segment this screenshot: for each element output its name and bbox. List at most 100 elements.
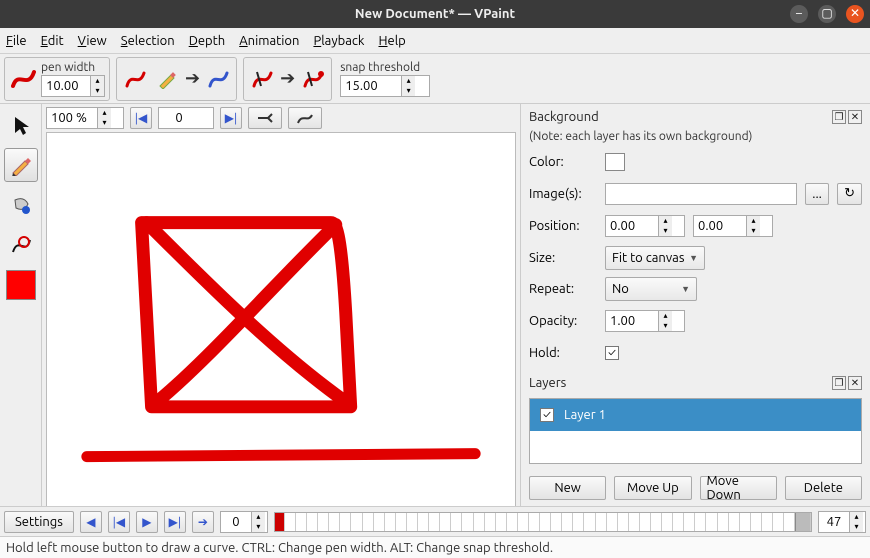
status-text: Hold left mouse button to draw a curve. …: [6, 541, 553, 555]
timeline-bar: Settings ◀ |◀ ▶ ▶| ➔ ▴▾ ▴▾: [0, 506, 870, 536]
pencil-icon: [153, 65, 181, 93]
position-label: Position:: [529, 219, 597, 233]
layer-moveup-button[interactable]: Move Up: [614, 476, 691, 500]
pen-width-down[interactable]: ▾: [91, 86, 104, 96]
hold-label: Hold:: [529, 346, 597, 360]
pen-width-group: pen width ▴▾: [4, 57, 110, 101]
menu-depth[interactable]: Depth: [189, 34, 226, 48]
curve-red-icon: [121, 65, 149, 93]
window-title: New Document* — VPaint: [355, 7, 515, 21]
zoom-input[interactable]: [47, 108, 97, 128]
right-panel: Background ❐✕ (Note: each layer has its …: [520, 104, 870, 506]
tool-strip: [0, 104, 42, 506]
frame-input[interactable]: [159, 108, 199, 128]
opacity-spinner[interactable]: ▴▾: [605, 310, 685, 332]
menu-view[interactable]: View: [78, 34, 107, 48]
layer-visible-checkbox[interactable]: ✓: [540, 408, 554, 422]
curve-blue-icon: [204, 65, 232, 93]
layer-delete-button[interactable]: Delete: [785, 476, 862, 500]
tl-goto-start[interactable]: ◀: [80, 511, 102, 533]
status-bar: Hold left mouse button to draw a curve. …: [0, 536, 870, 558]
menu-playback[interactable]: Playback: [313, 34, 364, 48]
topology-mode-button[interactable]: [248, 107, 282, 129]
zoom-spinner[interactable]: ▴▾: [46, 107, 124, 129]
layer-movedown-button[interactable]: Move Down: [700, 476, 777, 500]
minimize-button[interactable]: –: [790, 5, 808, 23]
close-panel-icon[interactable]: ✕: [848, 110, 862, 124]
pos-y-spinner[interactable]: ▴▾: [693, 215, 773, 237]
menu-file[interactable]: File: [6, 34, 27, 48]
timeline-scrollbar-end[interactable]: [795, 513, 811, 531]
pen-width-label: pen width: [41, 61, 105, 74]
images-field[interactable]: [605, 183, 797, 205]
tl-step-fwd[interactable]: ▶|: [164, 511, 186, 533]
snap-after-icon: [299, 65, 327, 93]
reload-button[interactable]: ↻: [837, 183, 862, 205]
bg-color-well[interactable]: [605, 153, 625, 171]
select-tool[interactable]: [4, 108, 38, 142]
color-picker[interactable]: [4, 268, 38, 302]
pos-x-spinner[interactable]: ▴▾: [605, 215, 685, 237]
paint-tool[interactable]: [4, 188, 38, 222]
arrow-icon: ➔: [185, 68, 200, 89]
layer-new-button[interactable]: New: [529, 476, 606, 500]
stroke-sample-icon: [9, 65, 37, 93]
background-title: Background: [529, 110, 599, 124]
size-label: Size:: [529, 251, 597, 265]
menu-edit[interactable]: Edit: [41, 34, 64, 48]
snap-threshold-label: snap threshold: [340, 61, 430, 74]
title-bar: New Document* — VPaint – ▢ ✕: [0, 0, 870, 28]
layer-name: Layer 1: [564, 408, 606, 422]
snap-threshold-spinner[interactable]: ▴▾: [340, 75, 430, 97]
window-controls: – ▢ ✕: [790, 5, 864, 23]
sketch-tool[interactable]: [4, 148, 38, 182]
sculpt-tool[interactable]: [4, 228, 38, 262]
undock-icon[interactable]: ❐: [832, 110, 846, 124]
drawing-canvas[interactable]: [46, 132, 516, 506]
timeline-current-frame-marker[interactable]: [275, 513, 285, 531]
repeat-label: Repeat:: [529, 282, 597, 296]
first-frame-button[interactable]: |◀: [130, 107, 152, 129]
close-button[interactable]: ✕: [846, 5, 864, 23]
main-toolbar: pen width ▴▾ ➔ ➔ snap threshold ▴▾: [0, 54, 870, 104]
timeline-track[interactable]: [274, 512, 812, 532]
menu-animation[interactable]: Animation: [239, 34, 299, 48]
menu-help[interactable]: Help: [378, 34, 405, 48]
settings-button[interactable]: Settings: [4, 511, 74, 533]
layers-close-icon[interactable]: ✕: [848, 376, 862, 390]
snap-down[interactable]: ▾: [402, 86, 415, 96]
maximize-button[interactable]: ▢: [818, 5, 836, 23]
snap-tool-group[interactable]: ➔: [243, 57, 332, 101]
tl-step-back[interactable]: |◀: [108, 511, 130, 533]
tl-frame-spinner[interactable]: ▴▾: [220, 511, 268, 533]
layers-undock-icon[interactable]: ❐: [832, 376, 846, 390]
canvas-drawing: [47, 133, 515, 506]
tl-goto-end[interactable]: ➔: [192, 511, 214, 533]
layer-row[interactable]: ✓ Layer 1: [530, 399, 861, 431]
snap-up[interactable]: ▴: [402, 76, 415, 86]
current-color-swatch[interactable]: [6, 270, 36, 300]
sculpt-tool-group[interactable]: ➔: [116, 57, 237, 101]
snap-threshold-input[interactable]: [341, 76, 401, 96]
menu-selection[interactable]: Selection: [121, 34, 175, 48]
size-combo[interactable]: Fit to canvas▼: [605, 246, 705, 270]
pen-width-up[interactable]: ▴: [91, 76, 104, 86]
pen-width-spinner[interactable]: ▴▾: [41, 75, 105, 97]
tl-end-frame-spinner[interactable]: ▴▾: [818, 511, 866, 533]
opacity-label: Opacity:: [529, 314, 597, 328]
repeat-combo[interactable]: No▼: [605, 277, 697, 301]
main-area: ▴▾ |◀ ▶| Background ❐✕: [0, 104, 870, 506]
layer-buttons: New Move Up Move Down Delete: [529, 476, 862, 500]
background-panel-header: Background ❐✕: [529, 110, 862, 124]
pen-width-input[interactable]: [42, 76, 90, 96]
layers-list[interactable]: ✓ Layer 1: [529, 398, 862, 464]
tl-play[interactable]: ▶: [136, 511, 158, 533]
frame-spinner[interactable]: [158, 107, 214, 129]
hold-checkbox[interactable]: ✓: [605, 346, 619, 360]
layer-row-empty[interactable]: [530, 431, 861, 463]
images-label: Image(s):: [529, 187, 597, 201]
color-label: Color:: [529, 155, 597, 169]
curve-mode-button[interactable]: [288, 107, 322, 129]
last-frame-button[interactable]: ▶|: [220, 107, 242, 129]
browse-button[interactable]: ...: [805, 183, 829, 205]
